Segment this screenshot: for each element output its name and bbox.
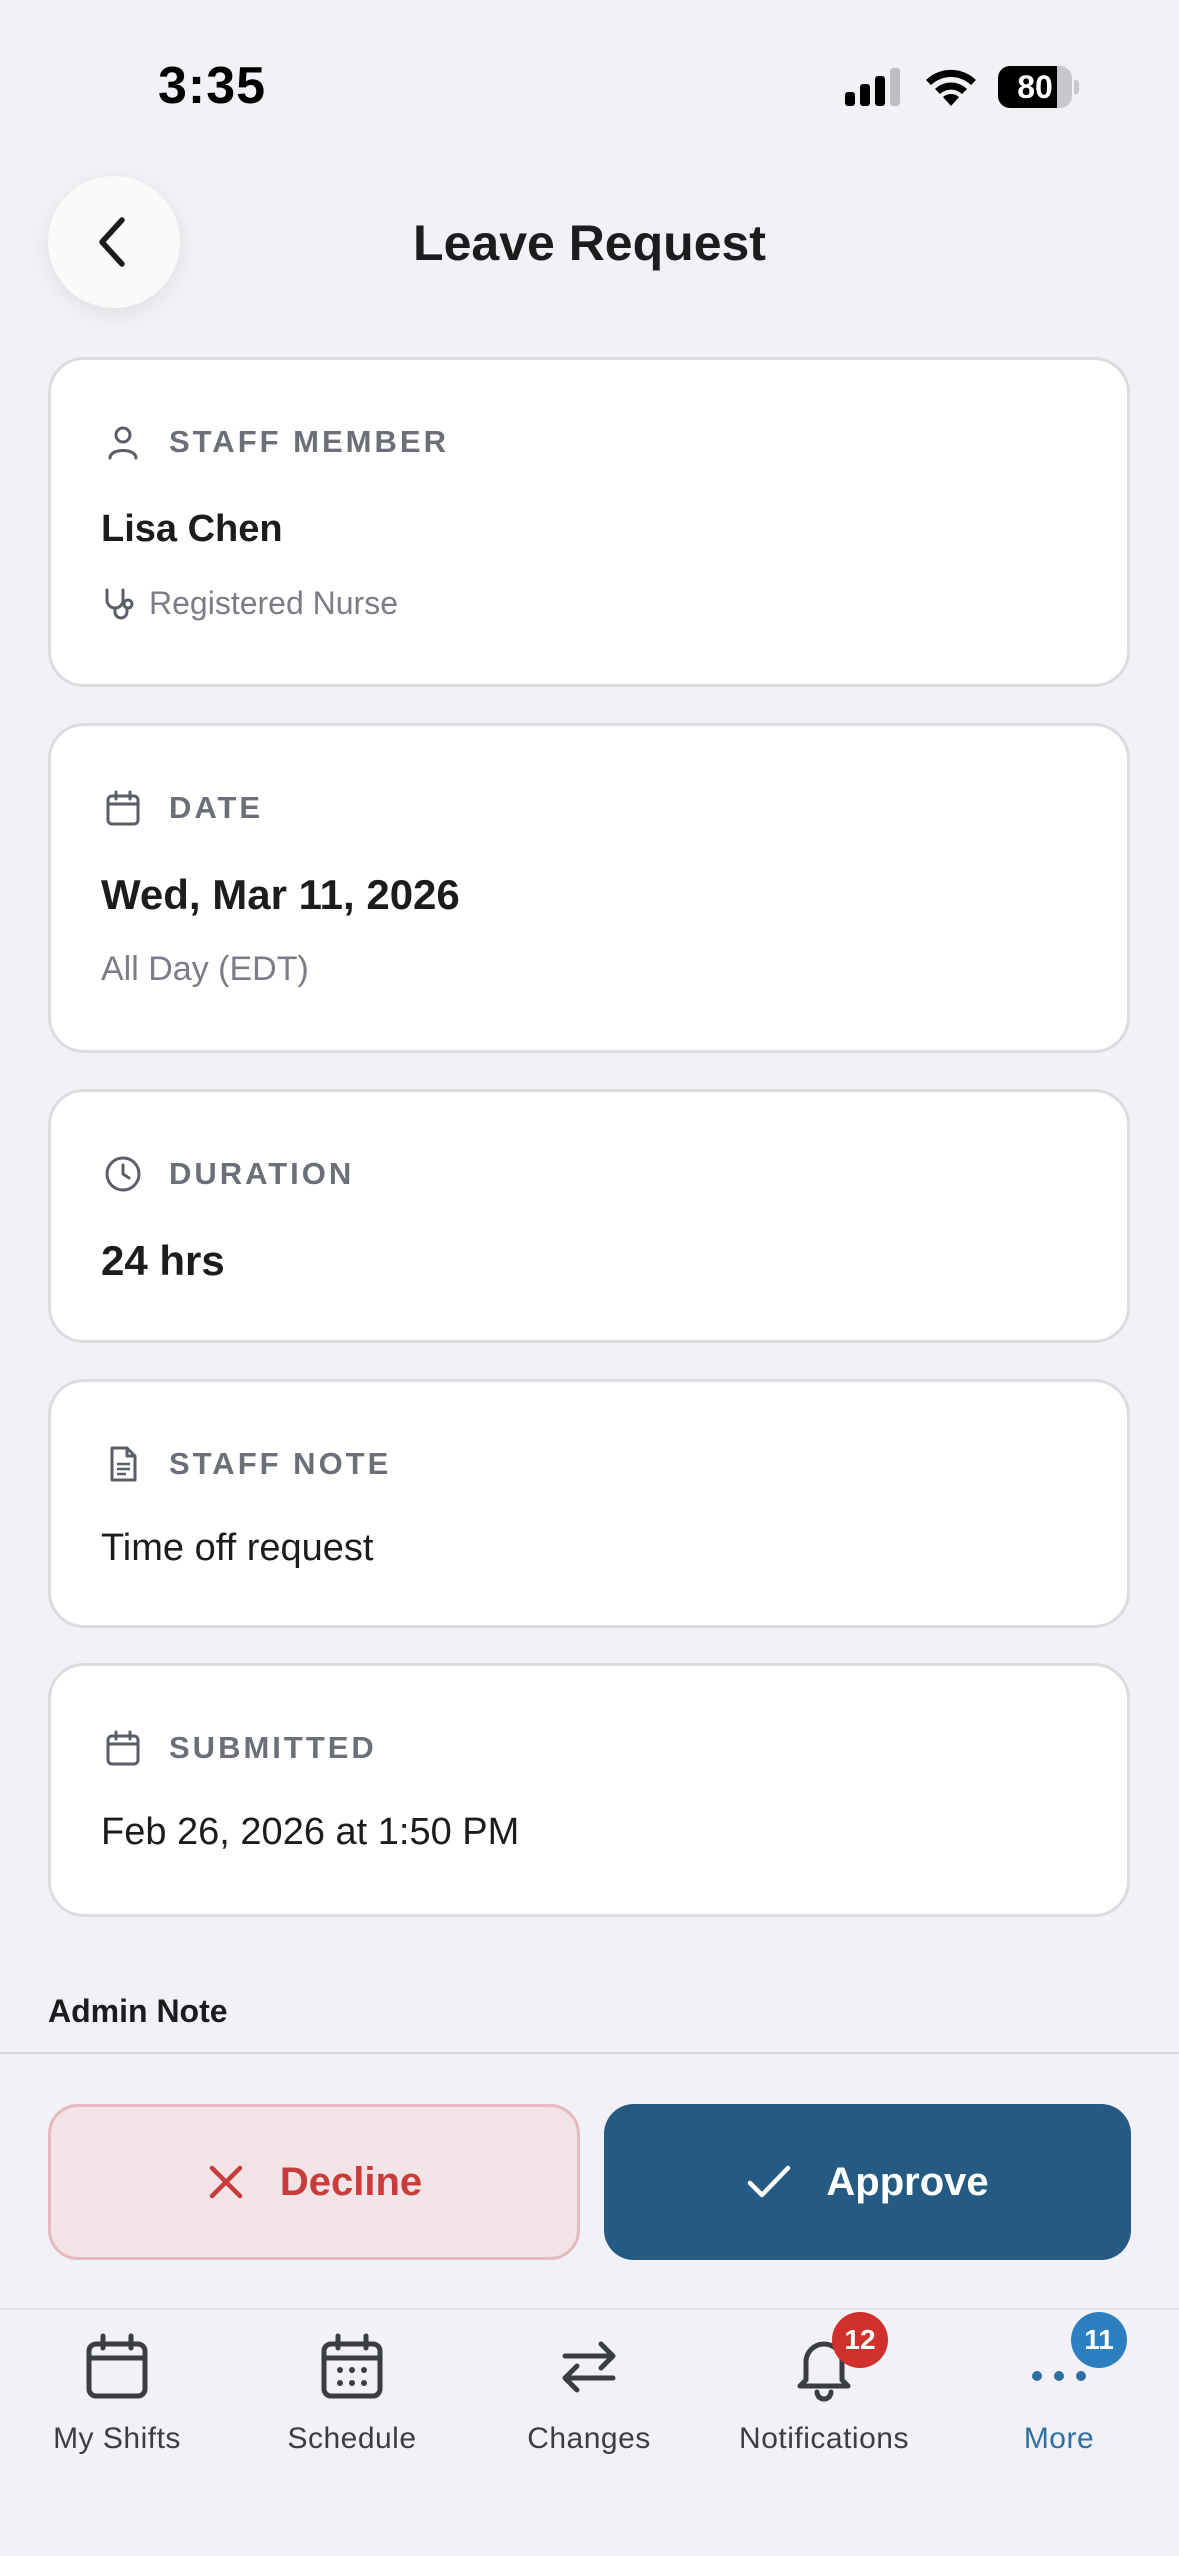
more-badge: 11: [1071, 2312, 1127, 2368]
cellular-signal-icon: [845, 68, 900, 106]
page-title: Leave Request: [413, 215, 766, 271]
staff-note-label: STAFF NOTE: [103, 1444, 391, 1484]
check-icon: [748, 2165, 791, 2198]
swap-arrows-icon: [562, 2341, 616, 2393]
date-sub: All Day (EDT): [101, 950, 309, 988]
tab-schedule[interactable]: Schedule: [237, 2318, 467, 2468]
tab-changes[interactable]: Changes: [474, 2318, 704, 2468]
x-icon: [209, 2165, 243, 2199]
approve-button-label: Approve: [826, 2159, 989, 2204]
battery-icon: 80: [998, 66, 1080, 108]
document-icon: [110, 1446, 137, 1482]
clock-icon: [105, 1156, 141, 1192]
approve-button[interactable]: Approve: [604, 2104, 1131, 2260]
date-label: DATE: [103, 788, 263, 828]
calendar-icon: [86, 2333, 148, 2399]
staff-role: Registered Nurse: [101, 585, 398, 622]
date-label-text: DATE: [169, 790, 264, 825]
calendar-icon: [106, 790, 140, 826]
person-icon: [108, 426, 138, 460]
duration-value: 24 hrs: [101, 1237, 225, 1284]
staff-member-card: STAFF MEMBER Lisa Chen Registered Nurse: [48, 357, 1130, 687]
submitted-label-text: SUBMITTED: [169, 1730, 377, 1765]
tab-notifications[interactable]: Notifications: [709, 2318, 939, 2468]
tab-notifications-label: Notifications: [739, 2422, 909, 2455]
tab-changes-label: Changes: [527, 2422, 651, 2455]
notifications-badge: 12: [832, 2312, 888, 2368]
submitted-value: Feb 26, 2026 at 1:50 PM: [101, 1811, 520, 1853]
staff-name: Lisa Chen: [101, 508, 283, 550]
submitted-label: SUBMITTED: [103, 1728, 377, 1768]
wifi-icon: [926, 69, 976, 106]
status-bar: 3:35 80: [0, 0, 1179, 150]
date-card: DATE Wed, Mar 11, 2026 All Day (EDT): [48, 723, 1130, 1053]
duration-label-text: DURATION: [169, 1156, 355, 1191]
tab-my-shifts[interactable]: My Shifts: [2, 2318, 232, 2468]
submitted-card: SUBMITTED Feb 26, 2026 at 1:50 PM: [48, 1663, 1130, 1917]
decline-button[interactable]: Decline: [48, 2104, 580, 2260]
duration-card: DURATION 24 hrs: [48, 1089, 1130, 1343]
staff-note-card: STAFF NOTE Time off request: [48, 1379, 1130, 1628]
staff-member-label: STAFF MEMBER: [103, 422, 449, 462]
calendar-icon: [106, 1730, 140, 1766]
status-time: 3:35: [158, 57, 267, 115]
staff-member-label-text: STAFF MEMBER: [169, 424, 449, 459]
battery-level-text: 80: [1017, 69, 1053, 105]
calendar-grid-icon: [321, 2333, 383, 2399]
decline-button-label: Decline: [279, 2159, 423, 2204]
stethoscope-icon: [105, 588, 134, 619]
staff-note-value: Time off request: [101, 1527, 374, 1569]
tab-more[interactable]: More: [944, 2318, 1174, 2468]
tab-schedule-label: Schedule: [287, 2422, 417, 2455]
divider: [0, 2052, 1179, 2054]
staff-role-text: Registered Nurse: [149, 585, 398, 621]
admin-note-label: Admin Note: [48, 1993, 228, 2029]
tab-more-label: More: [1023, 2422, 1095, 2455]
date-value: Wed, Mar 11, 2026: [101, 871, 460, 918]
tab-my-shifts-label: My Shifts: [53, 2422, 181, 2455]
duration-label: DURATION: [103, 1154, 354, 1194]
staff-note-label-text: STAFF NOTE: [169, 1446, 392, 1481]
